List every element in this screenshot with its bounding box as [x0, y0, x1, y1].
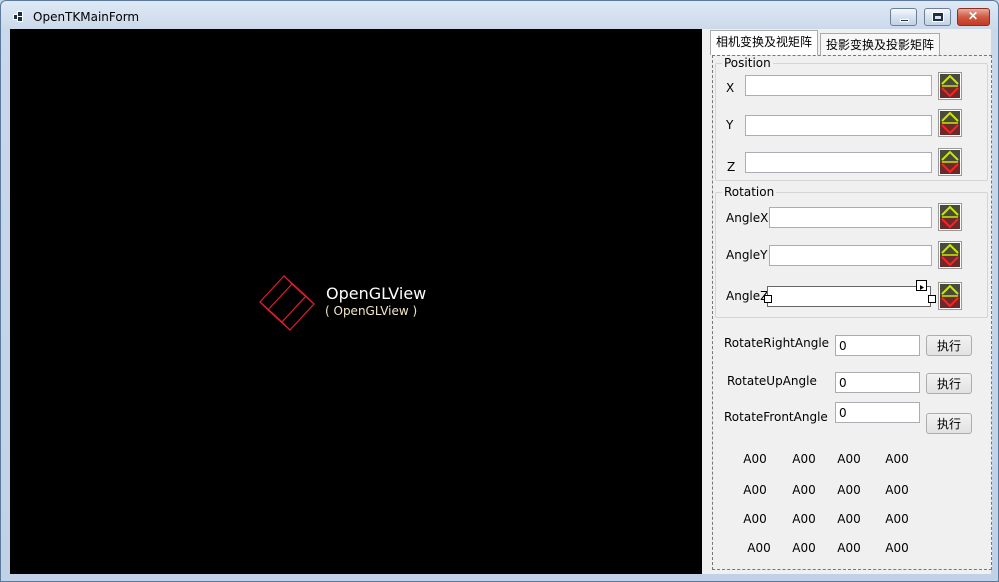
- client-area: OpenGLView ( OpenGLView ) 相机变换及视矩阵 投影变换及…: [10, 29, 992, 574]
- matrix-cell: A00: [885, 541, 909, 555]
- opengl-view-type: ( OpenGLView ): [325, 304, 418, 318]
- up-down-arrows-icon[interactable]: [938, 72, 962, 100]
- main-window: OpenTKMainForm OpenGLView ( OpenGLView )…: [0, 0, 999, 582]
- x-label: X: [726, 81, 735, 95]
- up-down-arrows-icon[interactable]: [938, 203, 962, 231]
- selection-handle-left[interactable]: [764, 295, 772, 303]
- window-title: OpenTKMainForm: [33, 10, 140, 24]
- angle-x-label: AngleX: [726, 211, 769, 225]
- matrix-cell: A00: [885, 483, 909, 497]
- cube-icon: [259, 275, 315, 331]
- close-button[interactable]: [957, 8, 990, 26]
- rotate-front-angle-label: RotateFrontAngle: [724, 410, 828, 424]
- maximize-button[interactable]: [924, 8, 951, 26]
- matrix-cell: A00: [792, 452, 816, 466]
- position-group-title: Position: [722, 56, 773, 70]
- tab-projection-matrix[interactable]: 投影变换及投影矩阵: [820, 33, 941, 55]
- matrix-cell: A00: [792, 512, 816, 526]
- matrix-cell: A00: [743, 512, 767, 526]
- matrix-cell: A00: [792, 541, 816, 555]
- rotation-group-title: Rotation: [722, 185, 777, 199]
- smart-tag-arrow-icon[interactable]: [916, 280, 927, 291]
- rotate-up-angle-label: RotateUpAngle: [727, 374, 817, 388]
- matrix-cell: A00: [885, 452, 909, 466]
- up-down-arrows-icon[interactable]: [938, 109, 962, 137]
- position-x-input[interactable]: [745, 75, 932, 96]
- matrix-cell: A00: [837, 452, 861, 466]
- matrix-cell: A00: [837, 483, 861, 497]
- position-z-input[interactable]: [745, 152, 932, 173]
- up-down-arrows-icon[interactable]: [938, 241, 962, 269]
- rotate-right-angle-input[interactable]: [835, 335, 920, 356]
- minimize-button[interactable]: [890, 8, 917, 26]
- tab-camera-view-matrix[interactable]: 相机变换及视矩阵: [710, 30, 819, 55]
- angle-y-label: AngleY: [726, 248, 768, 262]
- angle-z-input[interactable]: [767, 286, 931, 307]
- matrix-cell: A00: [747, 541, 771, 555]
- title-bar[interactable]: OpenTKMainForm: [1, 1, 998, 29]
- rotate-right-angle-label: RotateRightAngle: [724, 336, 830, 350]
- rotate-front-angle-input[interactable]: [835, 402, 920, 423]
- matrix-cell: A00: [837, 541, 861, 555]
- up-down-arrows-icon[interactable]: [938, 148, 962, 176]
- matrix-cell: A00: [743, 483, 767, 497]
- tab-page-camera: Position X Y Z Rotation AngleX AngleY An…: [712, 55, 992, 570]
- angle-z-label: AngleZ: [726, 289, 769, 303]
- up-down-arrows-icon[interactable]: [938, 282, 962, 310]
- position-y-input[interactable]: [745, 115, 932, 136]
- rotate-right-execute-button[interactable]: 执行: [926, 335, 972, 356]
- matrix-cell: A00: [837, 512, 861, 526]
- angle-y-input[interactable]: [769, 245, 932, 266]
- rotate-front-execute-button[interactable]: 执行: [926, 413, 972, 434]
- rotate-up-execute-button[interactable]: 执行: [926, 373, 972, 394]
- matrix-cell: A00: [885, 512, 909, 526]
- z-label: Z: [727, 160, 736, 174]
- opengl-view-name: OpenGLView: [326, 284, 427, 303]
- window-icon: [13, 11, 25, 23]
- matrix-cell: A00: [743, 452, 767, 466]
- matrix-cell: A00: [792, 483, 816, 497]
- opengl-view[interactable]: OpenGLView ( OpenGLView ): [10, 29, 702, 574]
- angle-x-input[interactable]: [769, 207, 932, 228]
- selection-handle-right[interactable]: [928, 295, 936, 303]
- y-label: Y: [726, 118, 734, 132]
- rotate-up-angle-input[interactable]: [835, 372, 920, 393]
